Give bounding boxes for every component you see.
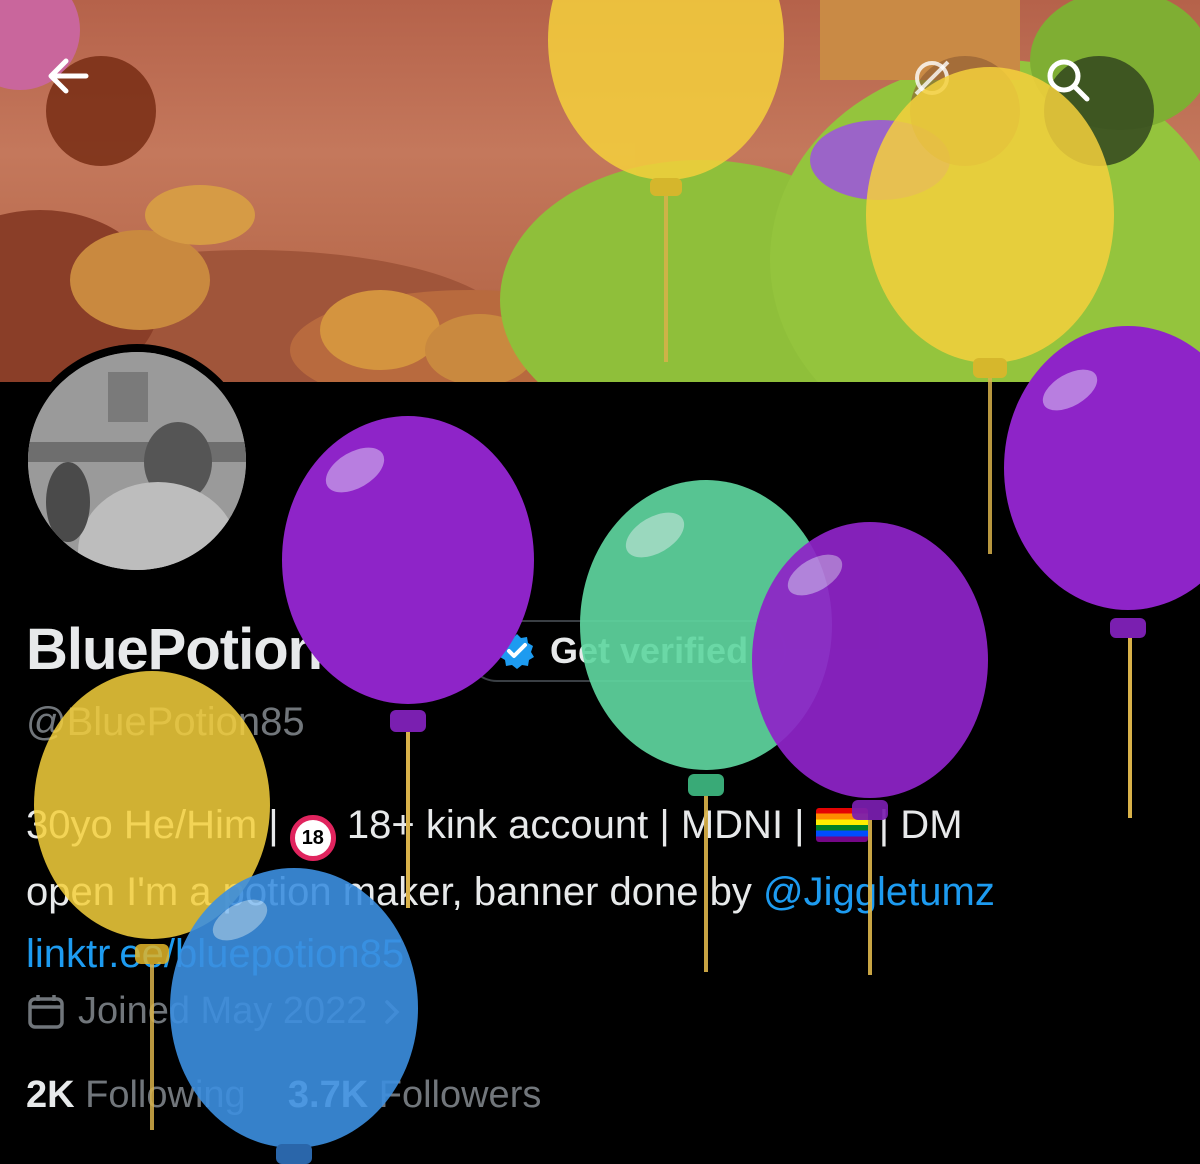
bio-mention-link[interactable]: @Jiggletumz	[763, 870, 995, 914]
grok-icon	[914, 60, 950, 96]
profile-bio: 30yo He/Him | 18 18+ kink account | MDNI…	[26, 794, 1166, 985]
bio-text: | DM	[867, 803, 963, 847]
joined-label: Joined May 2022	[78, 990, 368, 1032]
following-label: Following	[85, 1074, 246, 1116]
bio-text: 30yo He/Him |	[26, 803, 290, 847]
avatar-image	[28, 352, 246, 570]
bio-text: open I'm a potion maker, banner done by	[26, 870, 764, 914]
back-button[interactable]	[46, 56, 156, 166]
followers-label: Followers	[378, 1074, 542, 1116]
bio-text: 18+ kink account | MDNI |	[335, 803, 816, 847]
joined-date[interactable]: Joined May 2022	[26, 990, 405, 1033]
rainbow-flag-icon	[815, 808, 868, 842]
followers-link[interactable]: 3.7K Followers	[288, 1074, 541, 1116]
profile-banner[interactable]	[0, 0, 1200, 382]
search-button[interactable]	[1044, 56, 1154, 166]
display-name: BluePotion85	[26, 617, 386, 682]
search-icon	[1047, 59, 1090, 102]
chevron-right-icon	[385, 999, 400, 1024]
user-handle: @BluePotion85	[26, 700, 305, 744]
grok-button[interactable]	[910, 56, 1020, 166]
following-link[interactable]: 2K Following	[26, 1074, 246, 1116]
get-verified-label: Get verified	[550, 630, 749, 671]
avatar[interactable]	[20, 344, 254, 578]
verified-badge-icon	[500, 634, 534, 669]
no-under-18-icon: 18	[289, 815, 336, 861]
arrow-left-icon	[48, 58, 89, 94]
followers-count: 3.7K	[287, 1074, 369, 1116]
calendar-icon	[28, 994, 64, 1029]
following-count: 2K	[26, 1074, 75, 1116]
profile-website-link[interactable]: linktr.ee/bluepotion85	[26, 932, 404, 976]
follow-stats: 2K Following 3.7K Followers	[26, 1074, 541, 1117]
balloon	[1004, 326, 1200, 818]
get-verified-button[interactable]: Get verified	[466, 620, 786, 682]
